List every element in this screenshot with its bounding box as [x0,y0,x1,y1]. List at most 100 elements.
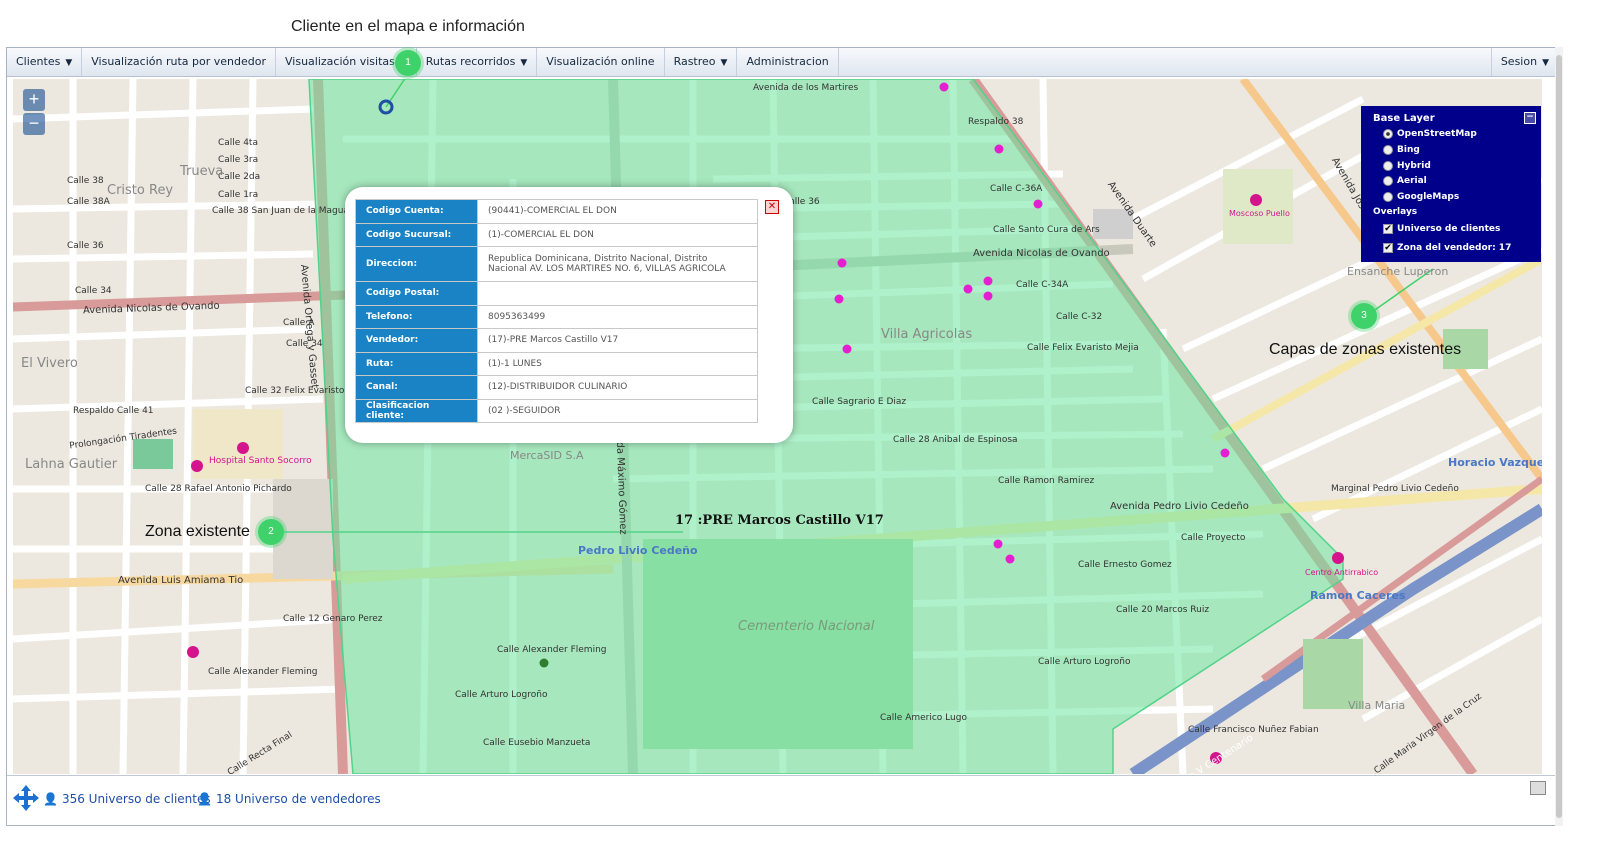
poi-label: MercaSID S.A [510,449,584,462]
street-label: Pedro Livio Cedeño [578,544,698,557]
street-label: Calle 38 San Juan de la Maguana [212,206,361,216]
clients-universe-link[interactable]: 👤 356 Universo de clientes [43,792,211,806]
street-label: Marginal Pedro Livio Cedeño [1331,484,1459,494]
menu-administracion[interactable]: Administracion [737,48,839,76]
menu-visualizacion-ruta-vendedor[interactable]: Visualización ruta por vendedor [82,48,276,76]
street-label: Calle 34 [75,286,112,296]
annotation-badge-1: 1 [395,50,421,76]
chevron-down-icon: ▼ [65,58,73,68]
vendors-universe-link[interactable]: 👤 18 Universo de vendedores [197,792,381,806]
layer-label: Zona del vendedor: 17 [1397,243,1512,253]
zoom-out-button[interactable]: − [23,113,45,135]
table-row: Ruta: (1)-1 LUNES [355,351,758,376]
neighborhood-label: Trueva [180,164,224,179]
street-label: Calle Alexander Fleming [208,667,318,677]
street-label: Calle 28 Rafael Antonio Pichardo [145,484,292,494]
street-label: Calle 2da [218,172,261,182]
neighborhood-label: Lahna Gautier [25,457,118,472]
field-value [477,281,758,306]
base-layer-bing[interactable]: Bing [1383,145,1420,155]
menu-visualizacion-online[interactable]: Visualización online [537,48,665,76]
menu-rutas-recorridos[interactable]: Rutas recorridos ▼ [417,48,538,76]
radio-icon[interactable] [1383,129,1393,139]
vertical-scrollbar[interactable] [1555,47,1563,826]
menu-label: Rutas recorridos [425,55,516,68]
street-label: Calle Arturo Logroño [455,690,548,700]
street-label: Avenida Luis Amiama Tio [118,575,244,586]
field-label: Codigo Cuenta: [355,199,478,224]
field-label: Canal: [355,375,478,400]
move-icon[interactable] [12,784,40,812]
field-value: (17)-PRE Marcos Castillo V17 [477,328,758,353]
street-label: Calle 38 [67,176,104,186]
base-layer-hybrid[interactable]: Hybrid [1383,161,1431,171]
table-row: Codigo Postal: [355,281,758,306]
overlay-universo-clientes[interactable]: ✔ Universo de clientes [1383,224,1500,234]
minimize-icon[interactable]: − [1524,112,1536,124]
street-label: Calle Sagrario E Diaz [812,397,907,407]
radio-icon[interactable] [1383,161,1393,171]
table-row: Vendedor: (17)-PRE Marcos Castillo V17 [355,328,758,353]
zoom-in-button[interactable]: + [23,89,45,111]
close-icon[interactable]: ✕ [765,200,779,214]
checkbox-icon[interactable]: ✔ [1383,224,1393,234]
print-icon[interactable] [1530,781,1546,795]
field-value: (12)-DISTRIBUIDOR CULINARIO [477,375,758,400]
chevron-down-icon: ▼ [1542,58,1549,68]
layer-switcher: Base Layer − OpenStreetMap Bing Hybrid A… [1361,106,1541,262]
base-layer-googlemaps[interactable]: GoogleMaps [1383,192,1459,202]
street-label: Calle Alexander Fleming [497,645,607,655]
annotation-badge-3: 3 [1351,303,1377,329]
menu-label: Clientes [16,55,61,68]
annotation-badge-2: 2 [258,519,284,545]
street-label: Ramon Caceres [1310,589,1406,602]
menu-label: Rastreo [673,55,716,68]
base-layer-openstreetmap[interactable]: OpenStreetMap [1383,129,1477,139]
radio-icon[interactable] [1383,192,1393,202]
checkbox-icon[interactable]: ✔ [1383,243,1393,253]
radio-icon[interactable] [1383,176,1393,186]
menu-rastreo[interactable]: Rastreo ▼ [665,48,738,76]
table-row: Codigo Cuenta: (90441)-COMERCIAL EL DON [355,199,758,224]
radio-icon[interactable] [1383,145,1393,155]
street-label: Calle Felix Evaristo Mejia [1027,343,1139,353]
layer-label: Aerial [1397,176,1427,186]
map-canvas[interactable]: Avenida de los Martires Calle 4ta Calle … [13,79,1542,774]
street-label: Calle 36 [67,241,104,251]
menu-sesion[interactable]: Sesion ▼ [1490,48,1558,76]
street-label: Calle C-32 [1056,312,1103,322]
scrollbar-thumb[interactable] [1556,55,1562,818]
poi-label: Moscoso Puello [1229,209,1290,218]
client-info-table: Codigo Cuenta: (90441)-COMERCIAL EL DON C… [355,199,758,423]
field-value: (1)-1 LUNES [477,351,758,376]
street-label: Calle 1ra [218,190,259,200]
overlays-title: Overlays [1373,207,1418,217]
field-label: Vendedor: [355,328,478,353]
poi-label: Hospital Santo Socorro [209,456,312,466]
street-label: Calle Arturo Logroño [1038,657,1131,667]
street-label: Calle 12 Genaro Perez [283,614,383,624]
street-label: Calle 38A [67,197,110,207]
app-window: Clientes ▼ Visualización ruta por vendedo… [6,47,1559,826]
layer-label: Hybrid [1397,161,1431,171]
overlay-zona-vendedor[interactable]: ✔ Zona del vendedor: 17 [1383,243,1511,253]
poi-label: Centro Antirrabico [1305,568,1379,577]
layer-label: OpenStreetMap [1397,129,1477,139]
layer-label: Bing [1397,145,1420,155]
base-layer-aerial[interactable]: Aerial [1383,176,1427,186]
street-label: Avenida Pedro Livio Cedeño [1110,501,1249,512]
street-label: Calle 28 Anibal de Espinosa [893,435,1018,445]
clients-universe-label: 356 Universo de clientes [61,792,211,806]
annotation-zona-existente: Zona existente [145,523,250,540]
chevron-down-icon: ▼ [520,58,528,68]
vendors-universe-label: 18 Universo de vendedores [215,792,381,806]
street-label: Avenida de los Martires [753,83,859,93]
status-bar: 👤 356 Universo de clientes 👤 18 Universo… [7,775,1558,825]
neighborhood-label: Villa Maria [1348,699,1406,712]
menu-label: Visualización ruta por vendedor [91,55,266,68]
client-info-popup: Codigo Cuenta: (90441)-COMERCIAL EL DON C… [345,187,793,443]
neighborhood-label: Cristo Rey [107,183,174,198]
screenshot-root: Cliente en el mapa e información Cliente… [0,0,1611,855]
menu-clientes[interactable]: Clientes ▼ [7,48,83,76]
street-label: Calle 20 Marcos Ruiz [1116,605,1210,615]
